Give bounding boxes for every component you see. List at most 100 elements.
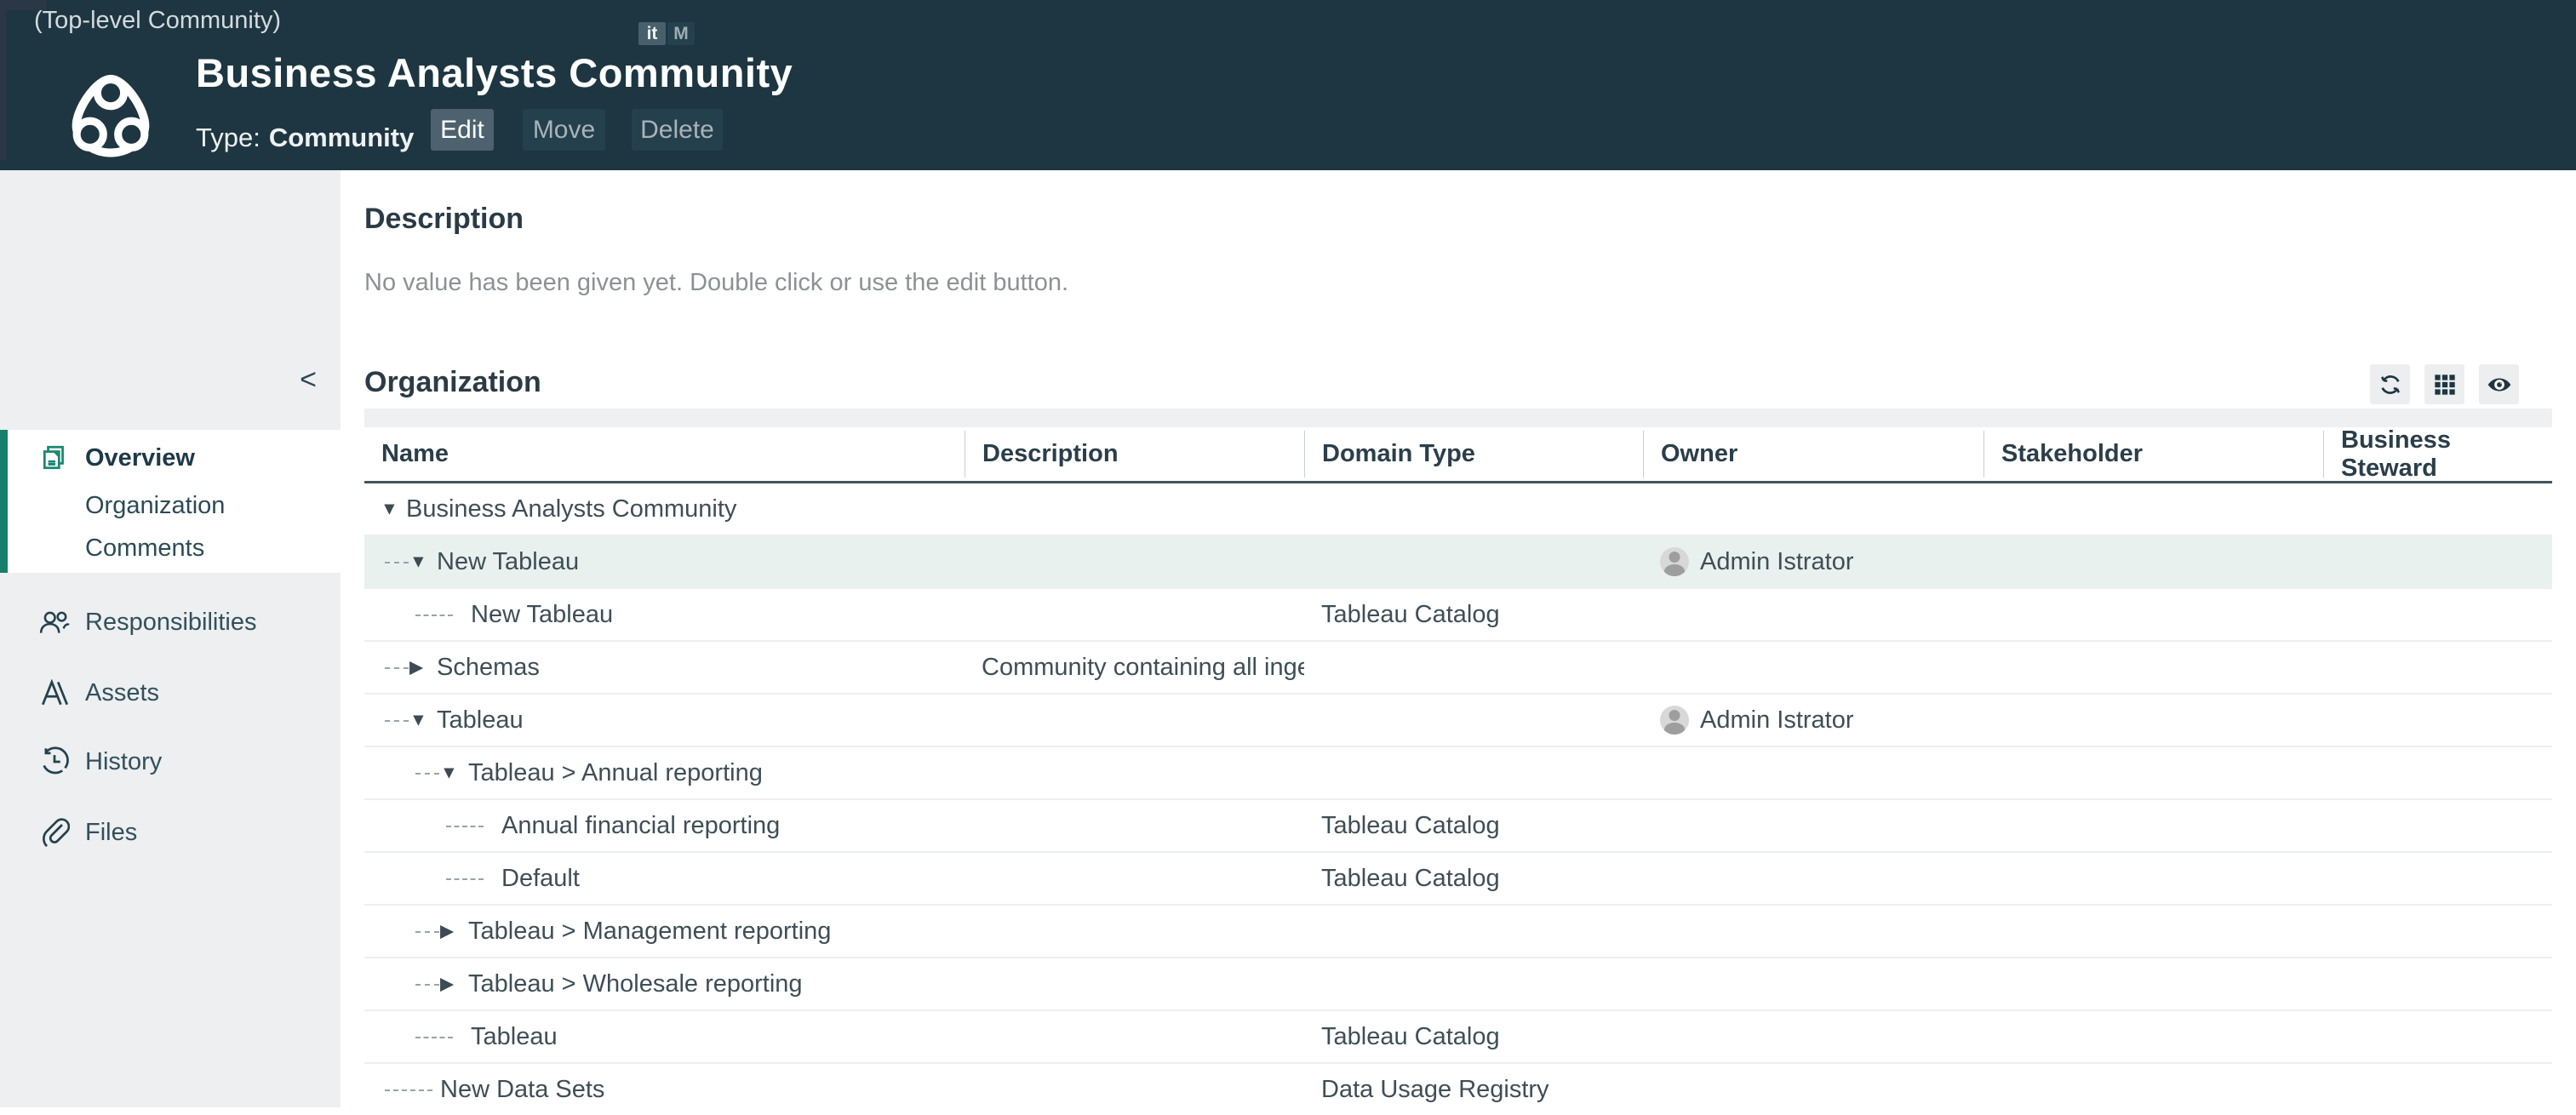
caret-icon[interactable]: ▶: [409, 659, 423, 677]
name-cell: ▶ Tableau > Management reporting: [364, 906, 965, 957]
overview-document-icon: [37, 441, 72, 475]
header-edge-decoration: [0, 0, 6, 160]
tree-connector: [415, 1037, 453, 1038]
caret-icon[interactable]: ▶: [440, 923, 454, 941]
sidebar-item-label[interactable]: History: [85, 748, 162, 776]
sidebar-collapse-button[interactable]: <: [289, 361, 327, 398]
mini-tab-it[interactable]: it: [638, 22, 666, 45]
tree-connector: [385, 720, 409, 722]
name-cell: Tableau: [364, 1011, 965, 1062]
grid-icon[interactable]: [2424, 364, 2464, 404]
column-header-stakeholder[interactable]: Stakeholder: [1984, 431, 2323, 477]
asset-name[interactable]: Annual financial reporting: [364, 812, 780, 840]
tree-connector: [446, 878, 484, 880]
edit-button[interactable]: Edit: [431, 109, 494, 151]
sidebar-item-label[interactable]: Responsibilities: [85, 609, 257, 637]
caret-icon[interactable]: ▼: [409, 712, 427, 729]
type-value: Community: [269, 123, 415, 152]
description-empty-text[interactable]: No value has been given yet. Double clic…: [364, 269, 1068, 297]
column-header-name[interactable]: Name: [364, 431, 965, 477]
tree-connector: [385, 667, 409, 669]
caret-icon[interactable]: ▶: [440, 975, 454, 993]
people-icon: [37, 605, 72, 639]
name-cell: Annual financial reporting: [364, 800, 965, 851]
tree-connector: [415, 984, 439, 986]
table-row[interactable]: New Tableau Tableau Catalog: [364, 589, 2552, 642]
description-heading: Description: [364, 203, 524, 236]
user-avatar: [1660, 706, 1689, 735]
page-header: (Top-level Community) it M Business Anal…: [0, 0, 2576, 170]
sidebar-item-label[interactable]: Organization: [85, 492, 225, 520]
organization-toolbar: [2370, 364, 2519, 404]
table-row[interactable]: ▶ Tableau > Wholesale reporting: [364, 958, 2552, 1011]
breadcrumb[interactable]: (Top-level Community): [34, 7, 281, 35]
owner-name[interactable]: Admin Istrator: [1700, 548, 1854, 576]
asset-name[interactable]: Tableau: [364, 1023, 558, 1051]
type-label: Type:: [196, 123, 260, 152]
table-row[interactable]: New Data Sets Data Usage Registry: [364, 1064, 2552, 1115]
table-row[interactable]: ▶ Tableau > Management reporting: [364, 906, 2552, 958]
name-cell: ▶ Tableau > Wholesale reporting: [364, 958, 965, 1009]
table-row[interactable]: ▶ Schemas Community containing all inge.…: [364, 642, 2552, 695]
history-clock-icon: [37, 745, 72, 779]
caret-icon[interactable]: ▼: [409, 553, 427, 571]
table-row[interactable]: Annual financial reporting Tableau Catal…: [364, 800, 2552, 853]
sidebar-item-label[interactable]: Assets: [85, 679, 159, 707]
refresh-icon[interactable]: [2370, 364, 2410, 404]
sidebar-item-label[interactable]: Files: [85, 819, 137, 847]
sidebar-item-label[interactable]: Overview: [85, 444, 195, 472]
name-cell: Default: [364, 853, 965, 904]
paperclip-icon: [37, 815, 72, 849]
tree-connector: [385, 562, 409, 563]
delete-button[interactable]: Delete: [632, 109, 723, 151]
sidebar-item-responsibilities[interactable]: Responsibilities: [0, 598, 341, 646]
sidebar-item-history[interactable]: History: [0, 738, 341, 786]
domain-type-cell: Tableau Catalog: [1304, 865, 1643, 893]
tree-connector: [415, 615, 453, 616]
tree-connector: [415, 773, 439, 775]
table-body: ▼ Business Analysts Community ▼ New Tabl…: [364, 483, 2552, 1115]
name-cell: ▼ Tableau > Annual reporting: [364, 747, 965, 798]
name-cell: ▼ Business Analysts Community: [364, 483, 965, 535]
column-header-owner[interactable]: Owner: [1643, 431, 1984, 477]
community-icon: [66, 70, 155, 158]
assets-icon: [37, 676, 72, 710]
owner-cell: Admin Istrator: [1643, 706, 1984, 735]
mini-tab-m[interactable]: M: [667, 22, 695, 45]
domain-type-cell: Tableau Catalog: [1304, 601, 1643, 629]
sidebar-item-label[interactable]: Comments: [85, 535, 204, 563]
sidebar-item-assets[interactable]: Assets: [0, 669, 341, 717]
caret-icon[interactable]: ▼: [381, 500, 398, 518]
caret-icon[interactable]: ▼: [440, 764, 458, 782]
name-cell: New Tableau: [364, 589, 965, 640]
eye-icon[interactable]: [2479, 364, 2519, 404]
table-row[interactable]: Default Tableau Catalog: [364, 853, 2552, 906]
sidebar-item-comments[interactable]: Comments: [0, 524, 341, 572]
asset-name[interactable]: Business Analysts Community: [364, 495, 736, 523]
sidebar-item-overview[interactable]: Overview: [0, 434, 341, 482]
sidebar-item-organization[interactable]: Organization: [0, 482, 341, 529]
table-row[interactable]: ▼ New Tableau Admin Istrator: [364, 536, 2552, 589]
table-row[interactable]: ▼ Tableau Admin Istrator: [364, 695, 2552, 747]
table-row[interactable]: ▼ Tableau > Annual reporting: [364, 747, 2552, 800]
name-cell: New Data Sets: [364, 1064, 965, 1115]
description-cell: Community containing all inge...: [965, 654, 1304, 682]
user-avatar: [1660, 547, 1689, 576]
move-button[interactable]: Move: [523, 109, 605, 151]
organization-heading: Organization: [364, 366, 541, 399]
table-top-band: [364, 409, 2552, 427]
column-header-domain-type[interactable]: Domain Type: [1304, 431, 1643, 477]
sidebar: < Overview Organization Comments Re: [0, 170, 341, 1107]
organization-table: Name Description Domain Type Owner Stake…: [364, 427, 2552, 1115]
column-header-business-steward[interactable]: Business Steward: [2323, 431, 2552, 477]
page-title: Business Analysts Community: [196, 49, 793, 96]
sidebar-item-files[interactable]: Files: [0, 809, 341, 856]
column-header-description[interactable]: Description: [965, 431, 1304, 477]
owner-name[interactable]: Admin Istrator: [1700, 706, 1854, 735]
name-cell: ▶ Schemas: [364, 642, 965, 693]
asset-name[interactable]: New Tableau: [364, 601, 613, 629]
tree-connector: [385, 1089, 432, 1091]
table-row[interactable]: Tableau Tableau Catalog: [364, 1011, 2552, 1064]
table-row[interactable]: ▼ Business Analysts Community: [364, 483, 2552, 536]
domain-type-cell: Tableau Catalog: [1304, 812, 1643, 840]
